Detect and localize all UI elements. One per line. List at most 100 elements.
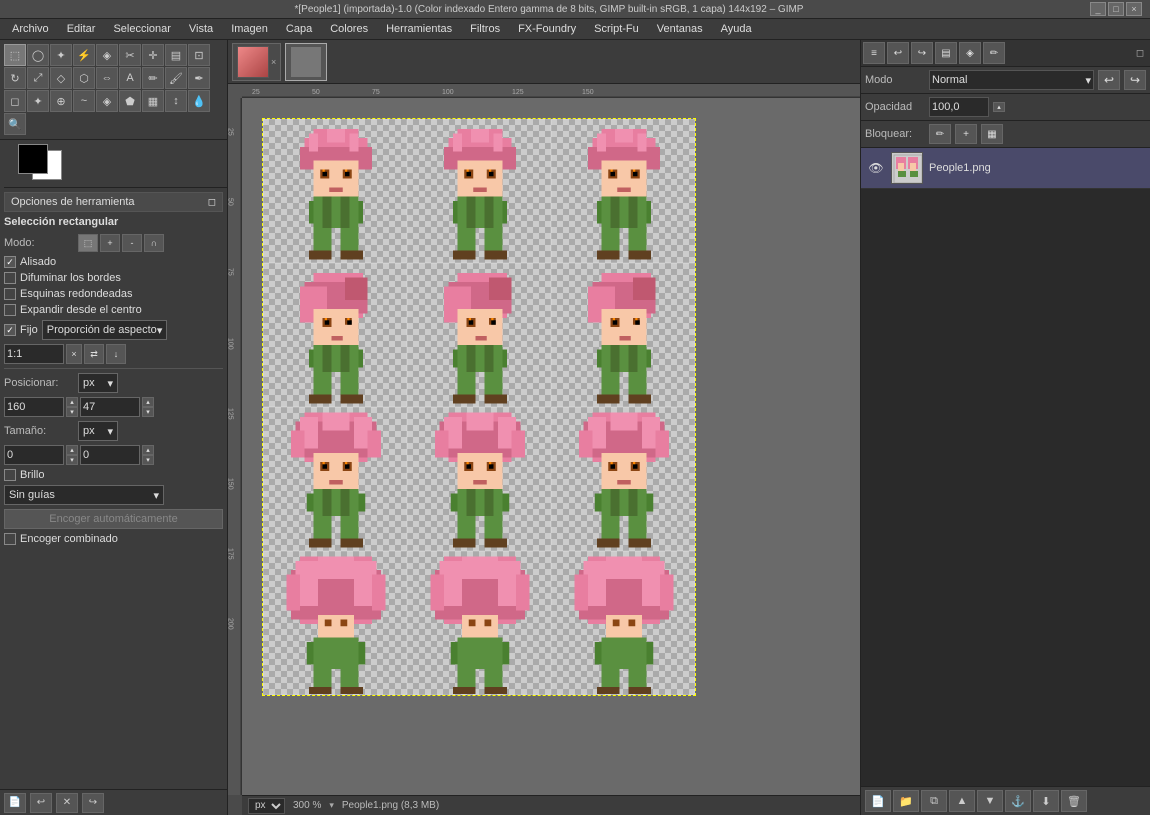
tool-paint[interactable]: 🖌 [165,67,187,89]
new-image-btn[interactable]: 📄 [4,793,26,813]
tool-bucket[interactable]: ⬟ [119,90,141,112]
tool-fuzzy-select[interactable]: ⚡ [73,44,95,66]
ratio-load-btn[interactable]: ↓ [106,344,126,364]
mode-add-btn[interactable]: + [100,234,120,252]
menu-imagen[interactable]: Imagen [223,21,276,37]
mode-intersect-btn[interactable]: ∩ [144,234,164,252]
layers-opacity-input[interactable]: 100,0 [929,97,989,117]
ratio-swap-btn[interactable]: ⇄ [84,344,104,364]
close-button[interactable]: × [1126,2,1142,16]
brightness-checkbox[interactable] [4,469,16,481]
thumbnail-1[interactable]: × [232,43,281,81]
tool-pencil[interactable]: ✒ [188,67,210,89]
menu-vista[interactable]: Vista [181,21,221,37]
layers-tab-redo-icon[interactable]: ↪ [911,42,933,64]
size-h-down-arrow[interactable]: ▾ [142,455,154,465]
maximize-button[interactable]: □ [1108,2,1124,16]
lock-position-btn[interactable]: + [955,124,977,144]
new-layer-btn[interactable]: 📄 [865,790,891,812]
duplicate-layer-btn[interactable]: ⧉ [921,790,947,812]
menu-ayuda[interactable]: Ayuda [713,21,760,37]
rounded-checkbox[interactable] [4,288,16,300]
layers-tab-history-icon[interactable]: ≡ [863,42,885,64]
pos-x-input[interactable]: 160 [4,397,64,417]
menu-herramientas[interactable]: Herramientas [378,21,460,37]
new-layer-group-btn[interactable]: 📁 [893,790,919,812]
tool-erase[interactable]: ◻ [4,90,26,112]
delete-layer-btn[interactable]: 🗑 [1061,790,1087,812]
pos-y-input[interactable]: 47 [80,397,140,417]
tool-color-select[interactable]: ◈ [96,44,118,66]
layers-opacity-spin-up[interactable]: ▴ [993,102,1005,112]
anchor-layer-btn[interactable]: ⚓ [1005,790,1031,812]
pos-x-up-arrow[interactable]: ▴ [66,397,78,407]
tool-rotate[interactable]: ↻ [4,67,26,89]
layers-undo-btn[interactable]: ↩ [1098,70,1120,90]
guides-select[interactable]: Sin guías ▾ [4,485,164,505]
layers-tab-channels-icon[interactable]: ◈ [959,42,981,64]
menu-colores[interactable]: Colores [322,21,376,37]
canvas-viewport[interactable] [242,98,860,795]
tool-rect-select[interactable]: ⬚ [4,44,26,66]
fixed-checkbox[interactable] [4,324,16,336]
tool-flip[interactable]: ⇔ [96,67,118,89]
mode-subtract-btn[interactable]: - [122,234,142,252]
layers-panel-expand-icon[interactable]: ◻ [1132,45,1148,61]
unit-select[interactable]: px [248,798,285,814]
tool-measure[interactable]: ↕ [165,90,187,112]
menu-archivo[interactable]: Archivo [4,21,57,37]
menu-fx-foundry[interactable]: FX-Foundry [510,21,584,37]
tool-perspective[interactable]: ⬡ [73,67,95,89]
tool-scissors[interactable]: ✂ [119,44,141,66]
tool-ellipse-select[interactable]: ◯ [27,44,49,66]
menu-ventanas[interactable]: Ventanas [649,21,711,37]
thumb-close-1[interactable]: × [271,57,276,67]
pos-x-down-arrow[interactable]: ▾ [66,407,78,417]
foreground-color-swatch[interactable] [18,144,48,174]
menu-filtros[interactable]: Filtros [462,21,508,37]
menu-capa[interactable]: Capa [278,21,320,37]
size-unit-select[interactable]: px ▾ [78,421,118,441]
size-h-up-arrow[interactable]: ▴ [142,445,154,455]
size-w-up-arrow[interactable]: ▴ [66,445,78,455]
minimize-button[interactable]: _ [1090,2,1106,16]
layer-up-btn[interactable]: ▲ [949,790,975,812]
tool-paths[interactable]: ✏ [142,67,164,89]
thumbnail-2[interactable] [285,43,327,81]
auto-shrink-btn[interactable]: Encoger automáticamente [4,509,223,529]
merge-layer-btn[interactable]: ⬇ [1033,790,1059,812]
tool-clone[interactable]: ⊕ [50,90,72,112]
ratio-input[interactable]: 1:1 [4,344,64,364]
undo-history-btn[interactable]: ↩ [30,793,52,813]
menu-editar[interactable]: Editar [59,21,104,37]
pos-y-up-arrow[interactable]: ▴ [142,397,154,407]
tool-magnify[interactable]: 🔍 [4,113,26,135]
layers-mode-select[interactable]: Normal ▾ [929,70,1094,90]
tool-options-expand-icon[interactable]: ◻ [208,197,216,208]
delete-image-btn[interactable]: ✕ [56,793,78,813]
lock-alpha-btn[interactable]: ▦ [981,124,1003,144]
mode-replace-btn[interactable]: ⬚ [78,234,98,252]
tool-smudge[interactable]: ~ [73,90,95,112]
tool-sharpen[interactable]: ◈ [96,90,118,112]
layers-tab-paths-icon[interactable]: ✏ [983,42,1005,64]
feather-checkbox[interactable] [4,272,16,284]
aspect-select[interactable]: Proporción de aspecto ▾ [42,320,168,340]
menu-script-fu[interactable]: Script-Fu [586,21,647,37]
tool-move[interactable]: ✛ [142,44,164,66]
tool-free-select[interactable]: ✦ [50,44,72,66]
redo-btn[interactable]: ↪ [82,793,104,813]
tool-align[interactable]: ▤ [165,44,187,66]
tool-scale[interactable]: ⤢ [27,67,49,89]
tool-gradient[interactable]: ▦ [142,90,164,112]
pos-y-down-arrow[interactable]: ▾ [142,407,154,417]
layers-tab-undo-icon[interactable]: ↩ [887,42,909,64]
size-h-input[interactable]: 0 [80,445,140,465]
combined-shrink-checkbox[interactable] [4,533,16,545]
layer-down-btn[interactable]: ▼ [977,790,1003,812]
expand-checkbox[interactable] [4,304,16,316]
smooth-checkbox[interactable] [4,256,16,268]
layer-item-people1[interactable]: 👁 People1.png [861,148,1150,189]
tool-crop[interactable]: ⊡ [188,44,210,66]
tool-heal[interactable]: ✦ [27,90,49,112]
